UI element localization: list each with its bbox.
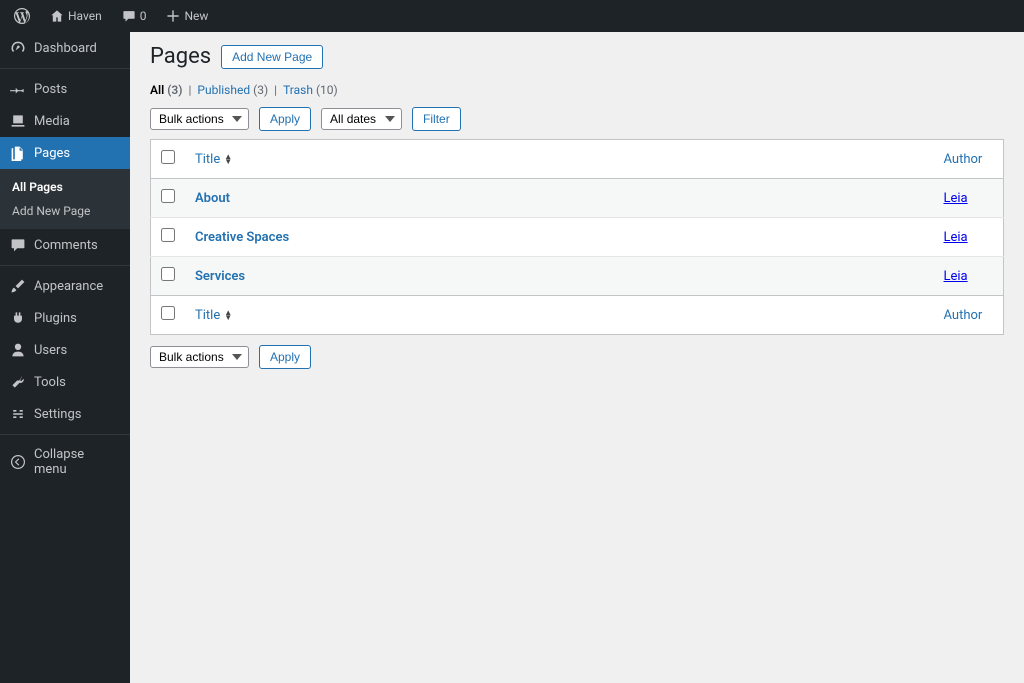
comments-count: 0 xyxy=(140,9,147,23)
page-title: Pages xyxy=(150,44,211,69)
sort-icon: ▲▼ xyxy=(224,154,232,164)
dates-select[interactable]: All dates xyxy=(321,108,402,130)
comment-icon xyxy=(10,237,26,253)
site-name: Haven xyxy=(68,9,102,23)
bulk-actions-select-top[interactable]: Bulk actions xyxy=(150,108,249,130)
filter-all[interactable]: All (3) xyxy=(150,83,182,97)
column-title-header-foot[interactable]: Title▲▼ xyxy=(185,296,934,335)
comment-icon xyxy=(122,9,136,23)
home-icon xyxy=(50,9,64,23)
filter-button[interactable]: Filter xyxy=(412,107,461,131)
column-title-header[interactable]: Title▲▼ xyxy=(185,140,934,179)
table-row: Creative Spaces Leia xyxy=(151,218,1004,257)
sidebar-item-settings[interactable]: Settings xyxy=(0,398,130,430)
new-link[interactable]: New xyxy=(160,0,214,32)
sort-icon: ▲▼ xyxy=(224,310,232,320)
sidebar-item-pages[interactable]: Pages xyxy=(0,137,130,169)
select-all-checkbox-bottom[interactable] xyxy=(161,306,175,320)
sidebar-label: Appearance xyxy=(34,279,103,294)
row-checkbox[interactable] xyxy=(161,228,175,242)
pin-icon xyxy=(10,81,26,97)
wp-logo[interactable] xyxy=(8,0,36,32)
plugin-icon xyxy=(10,310,26,326)
sidebar-label: Media xyxy=(34,114,70,129)
site-name-link[interactable]: Haven xyxy=(44,0,108,32)
apply-button-top[interactable]: Apply xyxy=(259,107,311,131)
column-author-header[interactable]: Author xyxy=(934,140,1004,179)
sidebar-label: Settings xyxy=(34,407,81,422)
sidebar-label: Posts xyxy=(34,82,67,97)
status-filter-links: All (3) | Published (3) | Trash (10) xyxy=(150,83,1004,97)
collapse-icon xyxy=(10,454,26,470)
table-row: Services Leia xyxy=(151,257,1004,296)
row-checkbox[interactable] xyxy=(161,267,175,281)
pages-icon xyxy=(10,145,26,161)
settings-icon xyxy=(10,406,26,422)
sidebar-item-tools[interactable]: Tools xyxy=(0,366,130,398)
sidebar-label: Comments xyxy=(34,238,98,253)
filter-published[interactable]: Published (3) xyxy=(197,83,268,97)
tools-icon xyxy=(10,374,26,390)
page-title-link[interactable]: About xyxy=(195,191,230,206)
new-label: New xyxy=(184,9,208,23)
author-link[interactable]: Leia xyxy=(944,191,968,206)
wordpress-icon xyxy=(14,8,30,24)
sidebar-label: Plugins xyxy=(34,311,77,326)
pages-table: Title▲▼ Author About Leia Creative Space… xyxy=(150,139,1004,335)
sidebar-item-appearance[interactable]: Appearance xyxy=(0,270,130,302)
sidebar-item-users[interactable]: Users xyxy=(0,334,130,366)
row-checkbox[interactable] xyxy=(161,189,175,203)
sidebar-item-dashboard[interactable]: Dashboard xyxy=(0,32,130,64)
main-content: Pages Add New Page All (3) | Published (… xyxy=(130,32,1024,683)
add-new-page-button[interactable]: Add New Page xyxy=(221,45,323,69)
filter-trash[interactable]: Trash (10) xyxy=(283,83,338,97)
bulk-actions-select-bottom[interactable]: Bulk actions xyxy=(150,346,249,368)
comments-link[interactable]: 0 xyxy=(116,0,153,32)
column-author-header-foot[interactable]: Author xyxy=(934,296,1004,335)
sidebar-label: Tools xyxy=(34,375,66,390)
plus-icon xyxy=(166,9,180,23)
sidebar-item-plugins[interactable]: Plugins xyxy=(0,302,130,334)
brush-icon xyxy=(10,278,26,294)
dashboard-icon xyxy=(10,40,26,56)
admin-sidebar: Dashboard Posts Media Pages All Pages Ad… xyxy=(0,32,130,683)
sidebar-label: Users xyxy=(34,343,67,358)
sidebar-submenu-pages: All Pages Add New Page xyxy=(0,169,130,229)
sidebar-item-comments[interactable]: Comments xyxy=(0,229,130,261)
author-link[interactable]: Leia xyxy=(944,269,968,284)
admin-topbar: Haven 0 New xyxy=(0,0,1024,32)
page-title-link[interactable]: Services xyxy=(195,269,245,284)
sidebar-subitem-all-pages[interactable]: All Pages xyxy=(0,175,130,199)
page-title-link[interactable]: Creative Spaces xyxy=(195,230,289,245)
media-icon xyxy=(10,113,26,129)
table-row: About Leia xyxy=(151,179,1004,218)
sidebar-label: Pages xyxy=(34,146,70,161)
sidebar-label: Dashboard xyxy=(34,41,97,56)
user-icon xyxy=(10,342,26,358)
sidebar-item-media[interactable]: Media xyxy=(0,105,130,137)
sidebar-item-posts[interactable]: Posts xyxy=(0,73,130,105)
collapse-label: Collapse menu xyxy=(34,447,120,477)
select-all-checkbox-top[interactable] xyxy=(161,150,175,164)
apply-button-bottom[interactable]: Apply xyxy=(259,345,311,369)
collapse-menu[interactable]: Collapse menu xyxy=(0,439,130,485)
author-link[interactable]: Leia xyxy=(944,230,968,245)
sidebar-subitem-add-new-page[interactable]: Add New Page xyxy=(0,199,130,223)
